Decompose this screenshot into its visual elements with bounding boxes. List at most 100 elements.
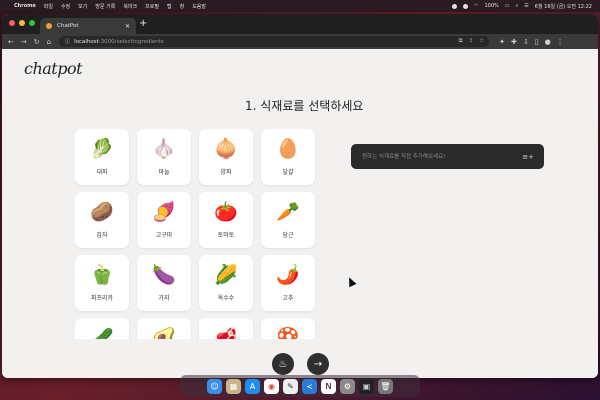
ingredient-card[interactable]: 🧅 양파 [199,129,253,185]
ingredient-icon: 🥒 [90,327,114,339]
ingredient-label: 대파 [96,169,108,176]
tab-close-icon[interactable]: ✕ [125,23,130,30]
ingredient-card[interactable]: 🥑 [137,318,191,339]
notion-icon[interactable]: N [321,378,336,394]
status-icon[interactable] [463,3,469,9]
browser-window: ChatPot ✕ + ← → ↻ ⌂ ⓘ localhost :3000/se… [2,14,598,378]
vscode-icon[interactable]: ≺ [302,378,317,394]
chrome-icon[interactable]: ◉ [264,378,279,394]
ingredient-card[interactable]: 🌶️ 고추 [261,255,315,311]
ingredient-icon: 🍆 [152,264,176,286]
ingredient-label: 감자 [96,232,108,239]
url-host: localhost [74,38,99,45]
chatpot-logo[interactable]: chatpot [24,59,83,78]
bookmark-star-icon[interactable]: ☆ [479,38,484,45]
ingredient-card[interactable]: 🥬 대파 [75,129,129,185]
favicon-icon [46,23,52,29]
custom-ingredient-input[interactable] [360,152,523,161]
page-content: chatpot 1. 식재료를 선택하세요 🥬 대파 🧄 마늘 🧅 양파 🥚 달걀 🥔 감자 🍠 고구… [2,49,598,378]
download-icon[interactable]: ⇩ [523,38,529,46]
ingredient-card[interactable]: 🍠 고구마 [137,192,191,248]
launchpad-icon[interactable]: ▦ [226,378,241,394]
share-icon[interactable]: ⇪ [469,38,474,45]
ingredient-card[interactable]: 🧄 마늘 [137,129,191,185]
ingredient-label: 옥수수 [217,295,235,302]
url-path: :3000/selectingredients [98,38,164,45]
menubar-item-edit[interactable]: 수정 [61,3,70,10]
menubar-item-view[interactable]: 보기 [78,3,87,10]
browser-toolbar: ← → ↻ ⌂ ⓘ localhost :3000/selectingredie… [2,34,598,49]
ingredient-card[interactable]: 🥕 당근 [261,192,315,248]
ingredient-card[interactable]: 🥚 달걀 [261,129,315,185]
menubar-item-file[interactable]: 파일 [44,3,53,10]
ingredient-label: 양파 [220,169,232,176]
record-icon[interactable] [452,3,458,9]
menubar-item-help[interactable]: 도움말 [192,3,206,10]
extensions-puzzle-icon[interactable]: ✚ [511,38,517,46]
settings-icon[interactable]: ⚙ [340,378,355,394]
ingredient-icon: 🥬 [90,138,114,160]
window-controls [9,20,35,26]
ingredient-icon: 🧄 [152,138,176,160]
ingredient-card[interactable]: 🥒 [75,318,129,339]
next-button[interactable]: → [307,353,329,375]
ingredient-card[interactable]: 🥔 감자 [75,192,129,248]
terminal-icon[interactable]: ▣ [359,378,374,394]
add-ingredient-icon[interactable]: ≡+ [522,153,534,161]
back-icon[interactable]: ← [8,38,14,46]
new-tab-button[interactable]: + [139,19,147,29]
ingredient-card[interactable]: 🥩 [199,318,253,339]
ingredient-card[interactable]: 🫑 파프리카 [75,255,129,311]
trash-icon[interactable]: 🗑 [378,378,393,394]
ingredient-label: 당근 [282,232,294,239]
mouse-cursor [345,275,357,288]
ingredient-icon: 🥩 [214,327,238,339]
tab-chatpot[interactable]: ChatPot ✕ [40,18,136,34]
page-title: 1. 식재료를 선택하세요 [245,99,364,113]
address-bar[interactable]: ⓘ localhost :3000/selectingredients ⧉ ⇪ … [59,36,490,47]
open-in-new-icon[interactable]: ⧉ [459,38,463,45]
reload-icon[interactable]: ↻ [34,38,40,46]
app-store-icon[interactable]: A [245,378,260,394]
menubar-item-window[interactable]: 창 [180,3,185,10]
wifi-icon[interactable]: ◠ [474,3,478,9]
extension-icon[interactable]: ✦ [499,38,505,46]
macos-dock: ☺ ▦ A ◉ ✎ ≺ N ⚙ ▣ 🗑 [180,375,420,397]
ingredient-card[interactable]: 🍄 [261,318,315,339]
ingredient-label: 고구마 [155,232,173,239]
notes-icon[interactable]: ✎ [283,378,298,394]
minimize-window-button[interactable] [19,20,25,26]
pot-button[interactable]: ♨ [272,353,294,375]
close-window-button[interactable] [9,20,15,26]
ingredient-card[interactable]: 🍆 가지 [137,255,191,311]
menubar-item-tab[interactable]: 탭 [167,3,172,10]
menubar-app-name[interactable]: Chrome [14,3,36,9]
menubar-clock[interactable]: 6월 16일 (금) 오전 12:22 [535,3,592,10]
forward-icon[interactable]: → [21,38,27,46]
ingredient-card[interactable]: 🍅 토마토 [199,192,253,248]
menubar-item-profiles[interactable]: 프로필 [145,3,159,10]
maximize-window-button[interactable] [29,20,35,26]
battery-icon[interactable]: ▭ [505,3,510,9]
search-icon[interactable]: ⌕ [515,3,518,9]
more-menu-icon[interactable]: ⋮ [557,38,564,46]
ingredient-card[interactable]: 🌽 옥수수 [199,255,253,311]
menubar-item-bookmarks[interactable]: 북마크 [123,3,137,10]
ingredient-icon: 🥑 [152,327,176,339]
menubar-item-history[interactable]: 방문 기록 [95,3,115,10]
ingredient-icon: 🌽 [214,264,238,286]
profile-avatar[interactable]: ● [545,38,551,46]
finder-icon[interactable]: ☺ [207,378,222,394]
home-icon[interactable]: ⌂ [47,38,51,46]
custom-ingredient-field: ≡+ [351,144,544,169]
ingredient-icon: 🥔 [90,201,114,223]
site-info-icon[interactable]: ⓘ [65,38,70,45]
control-center-icon[interactable]: ☰ [524,3,528,9]
macos-menubar: Chrome 파일 수정 보기 방문 기록 북마크 프로필 탭 창 도움말 ◠ … [0,0,600,12]
sidebar-icon[interactable]: ▯ [535,38,539,46]
ingredient-label: 파프리카 [90,295,114,302]
arrow-right-icon: → [313,358,323,370]
address-bar-actions: ⧉ ⇪ ☆ [459,38,484,45]
ingredient-icon: 🫑 [90,264,114,286]
tab-title: ChatPot [57,23,79,29]
